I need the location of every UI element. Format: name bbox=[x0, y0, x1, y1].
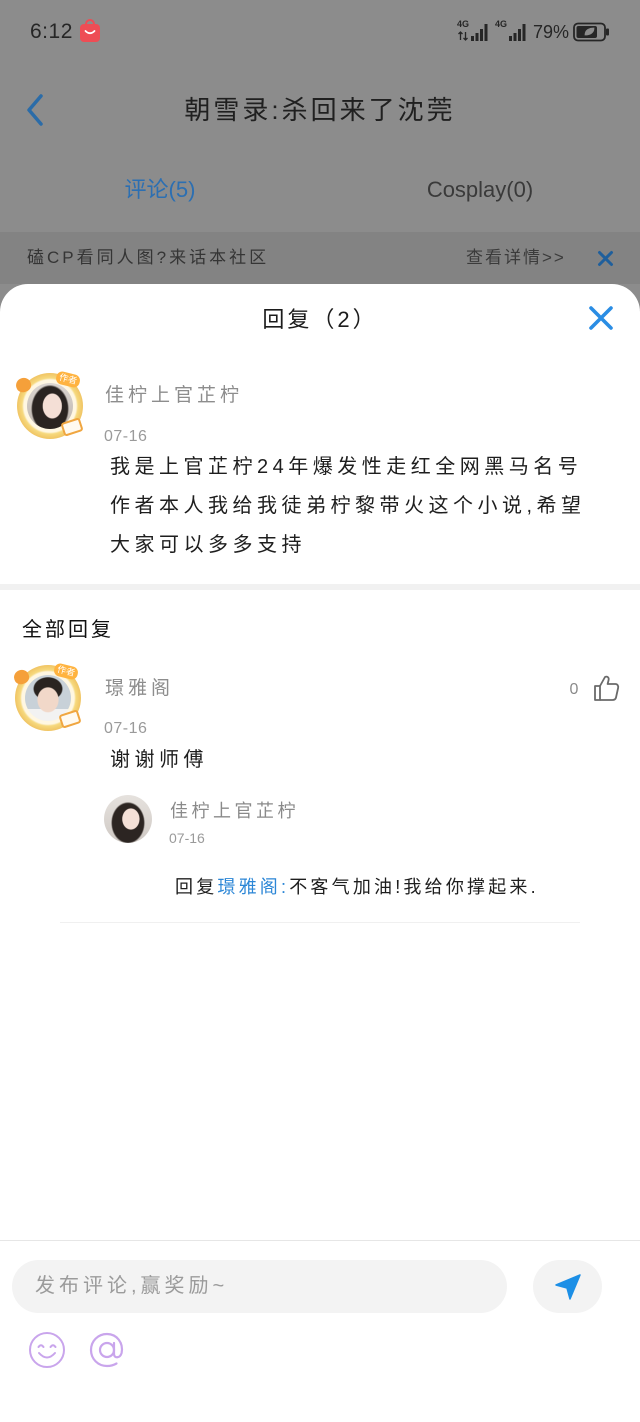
tab-comments[interactable]: 评论(5) bbox=[60, 176, 260, 204]
reply-date: 07-16 bbox=[104, 720, 148, 737]
original-comment-text: 大家可以多多支持 bbox=[110, 534, 306, 556]
reply-author-avatar[interactable]: 作者 bbox=[12, 662, 84, 734]
original-author-name[interactable]: 佳柠上官芷柠 bbox=[105, 382, 243, 410]
status-time: 6:12 bbox=[30, 20, 73, 43]
comment-composer bbox=[0, 1240, 640, 1422]
original-comment-text: 作者本人我给我徒弟柠黎带火这个小说,希望 bbox=[110, 495, 586, 517]
reply-prefix: 回复 bbox=[175, 877, 218, 897]
promo-banner[interactable]: 磕CP看同人图?来话本社区 查看详情>> bbox=[0, 232, 640, 284]
banner-text: 磕CP看同人图?来话本社区 bbox=[27, 248, 270, 267]
at-icon[interactable] bbox=[87, 1330, 127, 1370]
send-icon bbox=[554, 1273, 581, 1300]
reply-author-name[interactable]: 璟雅阁 bbox=[105, 675, 174, 703]
sub-reply-date: 07-16 bbox=[169, 830, 205, 846]
original-comment-text: 我是上官芷柠24年爆发性走红全网黑马名号 bbox=[110, 456, 583, 478]
tab-cosplay[interactable]: Cosplay(0) bbox=[380, 176, 580, 204]
reply-sheet: 回复（2） 作者 佳柠上官芷柠 07-16 我是上官芷柠24年爆发性走红全网黑马… bbox=[0, 284, 640, 1422]
battery-icon bbox=[573, 22, 609, 42]
close-icon[interactable] bbox=[587, 304, 615, 332]
section-divider bbox=[0, 584, 640, 590]
reply-divider bbox=[60, 922, 580, 923]
reply-text: 谢谢师傅 bbox=[110, 749, 208, 771]
send-button[interactable] bbox=[533, 1260, 602, 1313]
sub-reply-author-name[interactable]: 佳柠上官芷柠 bbox=[170, 798, 299, 824]
status-bar: 6:12 4G 4G 79% bbox=[0, 0, 640, 62]
original-author-avatar[interactable]: 作者 bbox=[14, 370, 86, 442]
like-count: 0 bbox=[569, 681, 579, 698]
page-title: 朝雪录:杀回来了沈莞 bbox=[184, 95, 456, 125]
original-comment-date: 07-16 bbox=[104, 428, 148, 445]
sheet-title: 回复（2） bbox=[262, 307, 378, 332]
all-replies-heading: 全部回复 bbox=[22, 619, 114, 641]
sub-reply-avatar[interactable] bbox=[104, 795, 152, 843]
thumbs-up-icon[interactable] bbox=[591, 673, 621, 703]
banner-close-icon[interactable] bbox=[597, 250, 614, 267]
comment-input[interactable] bbox=[12, 1260, 507, 1313]
signal-icon: 4G bbox=[495, 19, 529, 43]
emoji-icon[interactable] bbox=[28, 1331, 66, 1369]
sub-reply-body: 不客气加油!我给你撑起来. bbox=[289, 877, 539, 897]
mention-link[interactable]: 璟雅阁: bbox=[217, 877, 289, 897]
shopping-bag-icon bbox=[80, 19, 100, 42]
signal-icon: 4G bbox=[457, 19, 491, 43]
battery-percentage: 79% bbox=[533, 22, 570, 42]
sub-reply-text: 回复璟雅阁:不客气加油!我给你撑起来. bbox=[175, 874, 539, 900]
banner-details-link[interactable]: 查看详情>> bbox=[466, 245, 566, 271]
